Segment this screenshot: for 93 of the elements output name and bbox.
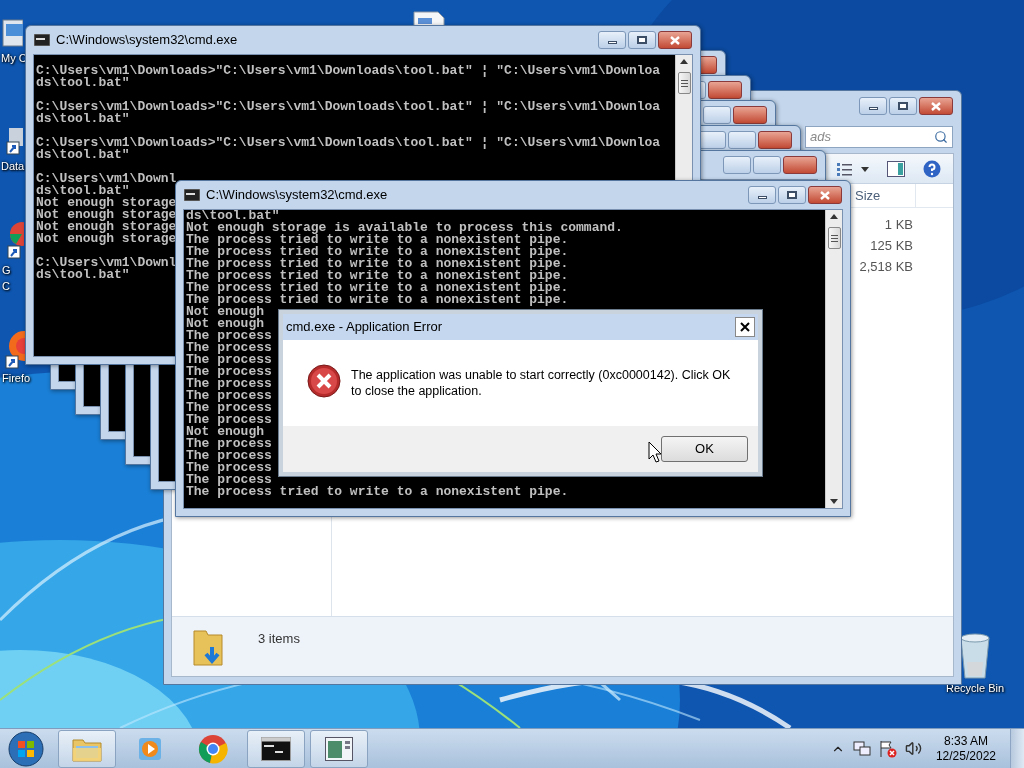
help-icon[interactable] [923,159,941,178]
console-line: The process tried to write to a nonexistent pipe. [186,246,569,258]
icon-label: C [2,279,11,294]
error-icon [307,364,341,398]
search-field[interactable]: ads [805,126,953,148]
console-line: C:\Users\vm1\Downloads>"C:\Users\vm1\Downloads\tool.bat" ¦ "C:\Users\vm1\Downloa [36,65,661,77]
minimize-button[interactable] [748,186,776,204]
console-line: C:\Users\vm1\Downloads>"C:\Users\vm1\Downloads\tool.bat" ¦ "C:\Users\vm1\Downloa [36,101,661,113]
close-icon [740,322,750,332]
close-icon [820,190,830,200]
console-line: The process [186,414,272,426]
maximize-button[interactable] [889,97,917,115]
close-button[interactable] [658,31,692,49]
console-line: The process [186,366,272,378]
clock-date: 12/25/2022 [935,748,996,764]
console-icon [34,34,50,46]
console-line: Not enough storage is available to process this command. [186,222,623,234]
close-icon [670,35,680,45]
dialog-title: cmd.exe - Application Error [286,318,443,337]
scrollbar[interactable] [825,210,842,508]
window-icon [325,736,353,761]
console-line: ds\tool.bat" [186,210,280,222]
view-options-icon[interactable] [837,161,869,176]
scroll-up-icon[interactable] [830,214,838,219]
console-line: ds\tool.bat" [36,113,130,125]
console-line: The process tried to write to a nonexistent pipe. [186,258,569,270]
start-button[interactable] [6,728,46,768]
console-line: ds\tool.bat" [36,269,130,281]
file-size: 125 KB [869,237,914,255]
taskbar-button[interactable] [247,729,305,768]
network-icon[interactable] [852,740,871,757]
console-line: The process [186,330,272,342]
console-line: The process [186,342,272,354]
action-center-flag-icon[interactable] [878,739,897,758]
console-line: ds\tool.bat" [36,149,130,161]
console-line: The process [186,474,272,486]
console-line: The process [186,354,272,366]
search-icon [934,130,948,144]
column-header[interactable]: Size [853,184,915,207]
file-size: 2,518 KB [858,258,914,276]
close-icon [931,101,941,111]
console-line: C:\Users\vm1\Downloads>"C:\Users\vm1\Downloads\tool.bat" ¦ "C:\Users\vm1\Downloa [36,137,661,149]
console-icon [184,189,200,201]
window-title: C:\Windows\system32\cmd.exe [206,186,388,205]
console-line: Not enough storage [36,209,177,221]
console-line: The process tried to write to a nonexistent pipe. [186,294,569,306]
close-button[interactable] [919,97,953,115]
error-message: The application was unable to start correctly (0xc0000142). Click OK to close the application. [351,367,732,399]
console-line: Not enough storage [36,221,177,233]
console-line: The process [186,402,272,414]
console-line: The process tried to write to a nonexistent pipe. [186,486,569,498]
console-line: Not enough storage [36,197,177,209]
scroll-down-icon[interactable] [830,499,838,504]
console-line: ds\tool.bat" [36,77,130,89]
console-line: C:\Users\vm1\Downl [36,173,177,185]
console-icon [261,736,291,761]
clock-time: 8:33 AM [943,733,988,749]
maximize-button[interactable] [628,31,656,49]
browser-icon [198,733,228,764]
media-player-icon [137,735,163,762]
console-line: The process [186,378,272,390]
console-line: Not enough storage [36,233,177,245]
ok-button[interactable]: OK [661,436,748,462]
window-title: C:\Windows\system32\cmd.exe [56,31,238,50]
file-size: 1 KB [883,216,914,234]
scroll-up-icon[interactable] [680,59,688,64]
console-line: The process [186,390,272,402]
close-button[interactable] [808,186,842,204]
taskbar-button[interactable] [310,729,368,768]
minimize-button[interactable] [598,31,626,49]
console-line: The process [186,462,272,474]
console-line: Not enough [186,426,264,438]
console-line: C:\Users\vm1\Downl [36,257,177,269]
icon-label: Firefo [2,371,31,386]
computer-icon [1,18,23,50]
volume-icon[interactable] [904,740,922,757]
icon-label: Data [1,159,25,174]
icon-label: G [2,263,12,278]
preview-pane-icon[interactable] [887,160,905,177]
minimize-button[interactable] [859,97,887,115]
status-text: 3 items [258,630,300,648]
clock[interactable]: 8:33 AM 12/25/2022 [929,733,1002,764]
console-line: The process [186,450,272,462]
console-line: The process tried to write to a nonexistent pipe. [186,282,569,294]
maximize-button[interactable] [778,186,806,204]
cursor-icon [648,441,662,463]
console-line: The process tried to write to a nonexistent pipe. [186,234,569,246]
console-line: ds\tool.bat" [36,185,130,197]
console-line: Not enough [186,318,264,330]
console-line: Not enough [186,306,264,318]
console-line: The process tried to write to a nonexistent pipe. [186,270,569,282]
close-button[interactable] [735,317,755,337]
console-line: The process [186,438,272,450]
